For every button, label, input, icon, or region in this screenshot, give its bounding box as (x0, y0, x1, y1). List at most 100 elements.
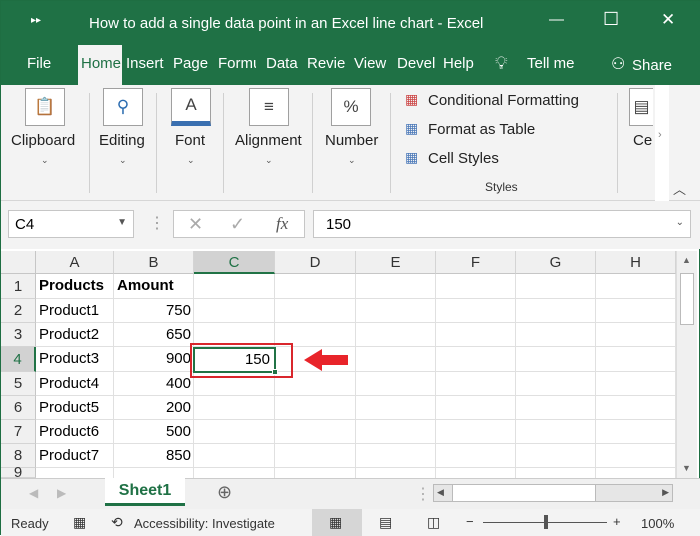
tab-review[interactable]: Revie (307, 55, 345, 72)
format-table-icon: ▦ (405, 120, 419, 136)
cell-product[interactable]: Product7 (36, 444, 114, 468)
row-header-4[interactable]: 4 (1, 347, 36, 372)
minimize-button[interactable]: — (549, 11, 564, 28)
zoom-level[interactable]: 100% (641, 516, 674, 531)
row-header-6[interactable]: 6 (1, 396, 36, 420)
editing-group[interactable]: Editing (99, 132, 145, 149)
tab-data[interactable]: Data (266, 55, 300, 72)
cell-b1-header[interactable]: Amount (114, 274, 194, 298)
scroll-thumb-horizontal[interactable] (452, 484, 596, 502)
page-break-view-icon[interactable]: ◫ (427, 514, 440, 531)
tab-file[interactable]: File (27, 55, 51, 72)
row-header-5[interactable]: 5 (1, 372, 36, 396)
tab-view[interactable]: View (354, 55, 390, 72)
name-box[interactable]: C4 ▼ (8, 210, 134, 238)
column-header-h[interactable]: H (596, 251, 676, 274)
row-header-3[interactable]: 3 (1, 323, 36, 347)
insert-function-button[interactable]: fx (276, 214, 288, 234)
page-layout-view-icon[interactable]: ▤ (379, 514, 392, 531)
sheet-tab-sheet1[interactable]: Sheet1 (105, 478, 185, 506)
font-color-icon[interactable]: A (171, 88, 211, 126)
tell-me-search[interactable]: Tell me (527, 55, 575, 72)
macro-icon[interactable]: ▦ (73, 514, 86, 531)
zoom-slider-thumb[interactable] (544, 515, 548, 529)
clipboard-icon[interactable]: 📋 (25, 88, 65, 126)
column-header-f[interactable]: F (436, 251, 516, 274)
row-header-9[interactable]: 9 (1, 465, 36, 480)
cell-product[interactable]: Product5 (36, 396, 114, 420)
cell-amount[interactable]: 200 (114, 396, 194, 420)
collapse-ribbon-icon[interactable]: ︿ (673, 179, 686, 198)
clipboard-group[interactable]: Clipboard (11, 132, 75, 149)
scroll-right-icon[interactable]: ▶ (662, 487, 669, 498)
alignment-group[interactable]: Alignment (235, 132, 302, 149)
horizontal-scrollbar[interactable]: ◀ ▶ (433, 484, 673, 502)
vertical-scrollbar[interactable]: ▲ ▼ (676, 251, 697, 478)
cell-amount[interactable]: 750 (114, 299, 194, 323)
conditional-formatting-button[interactable]: Conditional Formatting (428, 92, 579, 109)
cell-product[interactable]: Product4 (36, 372, 114, 396)
prev-sheet-icon[interactable]: ◀ (29, 486, 38, 500)
conditional-formatting-icon: ▦ (405, 91, 419, 107)
scroll-up-icon[interactable]: ▲ (682, 255, 691, 265)
tab-home[interactable]: Home (78, 45, 122, 85)
tab-split-grip[interactable]: ⋮ (415, 484, 431, 504)
cell-amount[interactable]: 500 (114, 420, 194, 444)
maximize-button[interactable]: ☐ (603, 9, 619, 30)
expand-formula-icon[interactable]: ⌄ (676, 217, 684, 228)
percent-icon[interactable]: % (331, 88, 371, 126)
column-header-b[interactable]: B (114, 251, 194, 274)
cell-product[interactable]: Product1 (36, 299, 114, 323)
tab-page-layout[interactable]: Page (173, 55, 209, 72)
tab-insert[interactable]: Insert (126, 55, 166, 72)
gridline (435, 274, 436, 478)
column-header-e[interactable]: E (356, 251, 436, 274)
zoom-in-button[interactable]: + (613, 514, 621, 529)
formula-bar-grip[interactable]: ⋮ (149, 213, 165, 233)
cell-product[interactable]: Product2 (36, 323, 114, 347)
cell-amount[interactable]: 900 (114, 347, 194, 371)
ribbon-tabs: File Home Insert Page Formu Data Revie V… (1, 43, 700, 85)
font-group[interactable]: Font (175, 132, 205, 149)
select-all-button[interactable] (1, 251, 36, 274)
add-sheet-button[interactable]: ⊕ (217, 482, 232, 503)
row-header-1[interactable]: 1 (1, 274, 36, 299)
close-button[interactable]: ✕ (661, 10, 675, 30)
column-header-c[interactable]: C (194, 251, 275, 274)
column-header-a[interactable]: A (36, 251, 114, 274)
cells-group[interactable]: Ce (633, 132, 652, 149)
row-header-2[interactable]: 2 (1, 299, 36, 323)
cell-a1-header[interactable]: Products (36, 274, 114, 298)
enter-icon[interactable]: ✓ (230, 214, 245, 235)
tab-help[interactable]: Help (443, 55, 479, 72)
column-header-g[interactable]: G (516, 251, 596, 274)
ribbon-scroll-right[interactable]: › (655, 85, 669, 201)
cell-amount[interactable]: 650 (114, 323, 194, 347)
search-icon[interactable]: ⚲ (103, 88, 143, 126)
cell-amount[interactable]: 850 (114, 444, 194, 468)
quick-access-icon[interactable]: ▸▸ (31, 15, 41, 26)
number-group[interactable]: Number (325, 132, 378, 149)
share-button[interactable]: Share (632, 57, 672, 74)
zoom-out-button[interactable]: − (466, 514, 474, 529)
scroll-down-icon[interactable]: ▼ (682, 463, 691, 473)
row-header-7[interactable]: 7 (1, 420, 36, 444)
cell-product[interactable]: Product3 (36, 347, 114, 371)
cell-product[interactable]: Product6 (36, 420, 114, 444)
cancel-icon[interactable]: ✕ (188, 214, 203, 235)
cell-amount[interactable]: 400 (114, 372, 194, 396)
accessibility-status[interactable]: Accessibility: Investigate (134, 516, 275, 531)
chevron-down-icon: ⌄ (348, 155, 356, 165)
tab-developer[interactable]: Devel (397, 55, 437, 72)
cell-styles-button[interactable]: Cell Styles (428, 150, 499, 167)
scroll-thumb[interactable] (680, 273, 694, 325)
next-sheet-icon[interactable]: ▶ (57, 486, 66, 500)
cells-icon[interactable]: ▤ (629, 88, 653, 126)
column-header-d[interactable]: D (275, 251, 356, 274)
normal-view-button[interactable]: ▦ (312, 509, 362, 536)
formula-input[interactable]: 150 ⌄ (313, 210, 691, 238)
format-as-table-button[interactable]: Format as Table (428, 121, 535, 138)
tab-formulas[interactable]: Formu (218, 55, 256, 72)
align-icon[interactable]: ≡ (249, 88, 289, 126)
scroll-left-icon[interactable]: ◀ (437, 487, 444, 498)
